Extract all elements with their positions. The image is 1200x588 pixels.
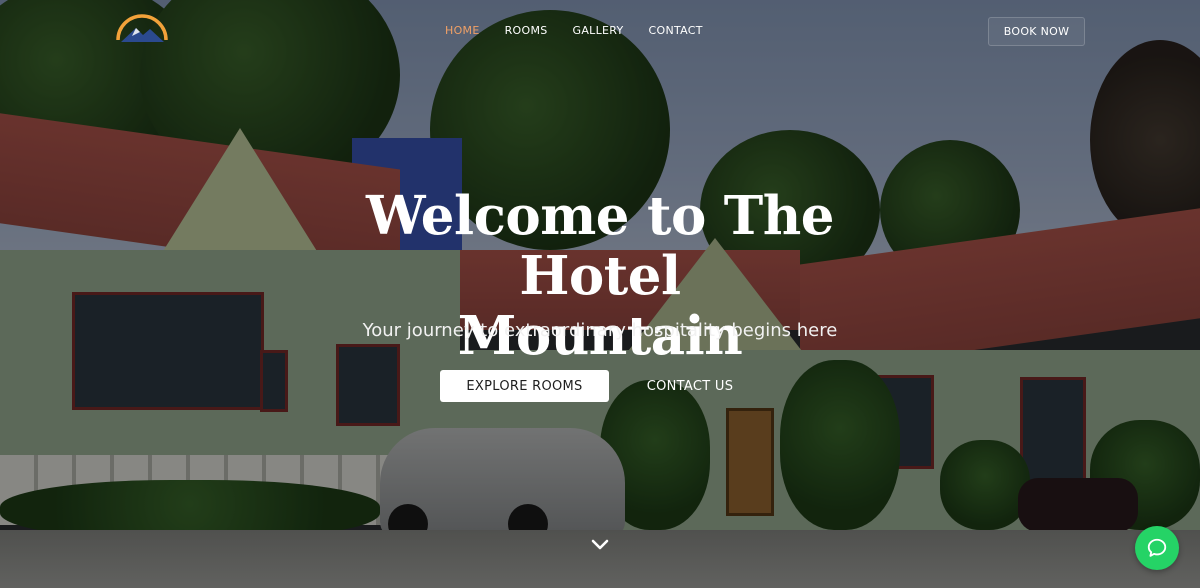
nav-contact[interactable]: CONTACT <box>649 24 703 37</box>
contact-us-button[interactable]: CONTACT US <box>630 370 750 402</box>
main-nav: HOME ROOMS GALLERY CONTACT <box>445 24 703 37</box>
mountain-sun-logo[interactable] <box>112 10 172 50</box>
explore-rooms-button[interactable]: EXPLORE ROOMS <box>440 370 609 402</box>
nav-gallery[interactable]: GALLERY <box>573 24 624 37</box>
hero-subtitle: Your journey to extraordinary hospitalit… <box>362 320 838 341</box>
chat-button[interactable] <box>1135 526 1179 570</box>
chat-bubble-icon <box>1147 538 1167 557</box>
nav-rooms[interactable]: ROOMS <box>505 24 548 37</box>
book-now-button[interactable]: BOOK NOW <box>988 17 1085 46</box>
nav-home[interactable]: HOME <box>445 24 480 37</box>
hero-title-line-1: Welcome to The Hotel <box>366 185 834 307</box>
chevron-down-icon[interactable] <box>590 537 610 553</box>
